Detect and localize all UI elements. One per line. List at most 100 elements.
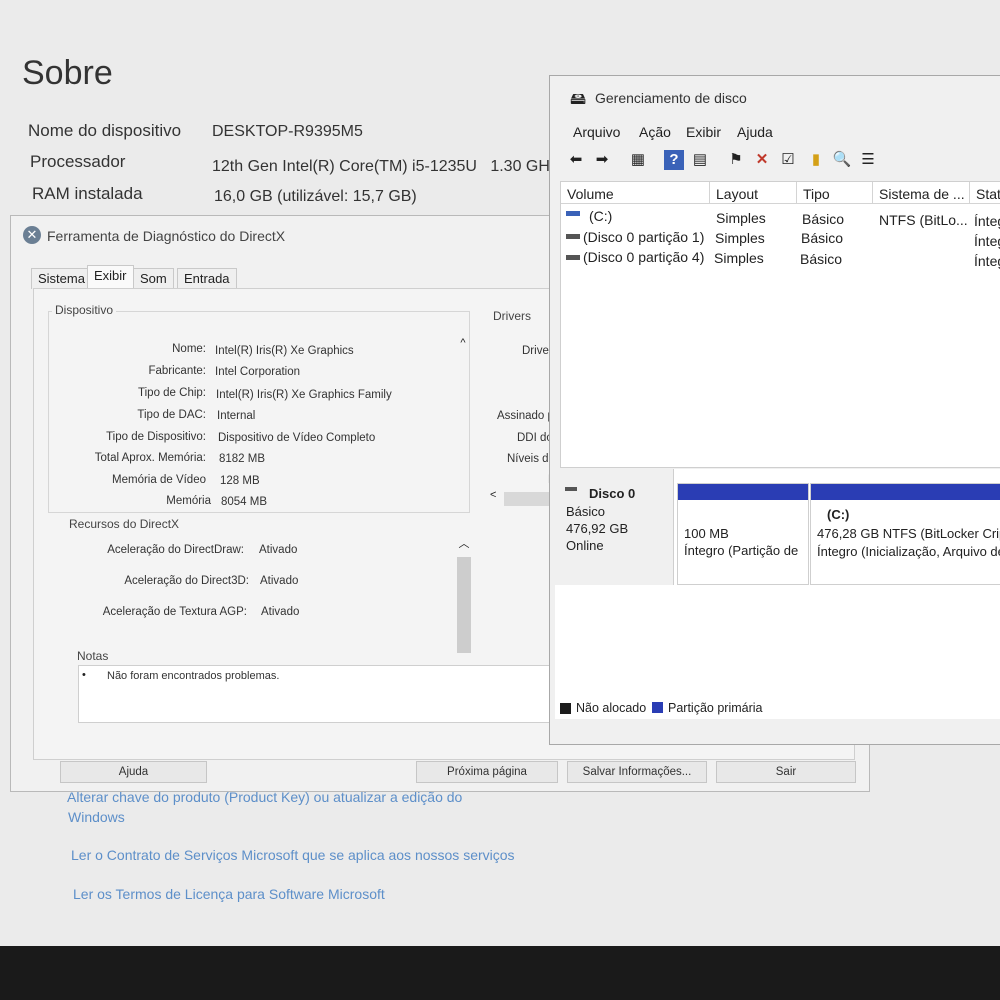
ram-value: 16,0 GB (utilizável: 15,7 GB) bbox=[214, 188, 417, 205]
menu-exibir[interactable]: Exibir bbox=[686, 124, 721, 140]
delete-icon[interactable]: ✕ bbox=[752, 150, 772, 170]
page-title: Sobre bbox=[22, 54, 113, 92]
dac-type-val: Internal bbox=[217, 410, 256, 422]
primary-legend-label: Partição primária bbox=[668, 701, 763, 715]
partition-size: 100 MB bbox=[684, 526, 729, 541]
disk-state: Online bbox=[566, 538, 604, 553]
tab-som[interactable]: Som bbox=[133, 268, 174, 289]
tab-exibir[interactable]: Exibir bbox=[87, 265, 134, 290]
disk-type: Básico bbox=[566, 504, 606, 519]
col-volume[interactable]: Volume bbox=[561, 182, 710, 204]
disk-graphical-view: Disco 0 Básico 476,92 GB Online 100 MB Í… bbox=[555, 469, 1000, 719]
list-view-icon[interactable]: ☰ bbox=[858, 150, 878, 170]
col-tipo[interactable]: Tipo bbox=[797, 182, 873, 204]
disk-management-icon: 🖴 bbox=[570, 91, 587, 108]
direct3d-accel-val: Ativado bbox=[260, 575, 299, 587]
license-terms-link[interactable]: Ler os Termos de Licença para Software M… bbox=[73, 886, 385, 902]
volume-table: Volume Layout Tipo Sistema de ... Stat (… bbox=[560, 181, 1000, 468]
notes-label: Notas bbox=[74, 649, 112, 663]
unallocated-legend-swatch bbox=[560, 703, 571, 714]
table-row[interactable]: (C:) Simples Básico NTFS (BitLo... Ínteg… bbox=[561, 206, 1000, 229]
row-layout: Simples bbox=[714, 250, 764, 266]
directx-app-icon: ✕ bbox=[23, 226, 41, 244]
volume-icon bbox=[566, 211, 580, 216]
device-type-val: Dispositivo de Vídeo Completo bbox=[218, 432, 376, 444]
folder-icon[interactable]: ▮ bbox=[806, 150, 826, 170]
directx-features-label: Recursos do DirectX bbox=[66, 517, 183, 531]
processor-label: Processador bbox=[30, 152, 126, 171]
primary-legend-swatch bbox=[652, 702, 663, 713]
services-agreement-link[interactable]: Ler o Contrato de Serviços Microsoft que… bbox=[71, 847, 515, 863]
back-arrow-icon[interactable]: ⬅ bbox=[566, 150, 586, 170]
monitor-bezel bbox=[0, 946, 1000, 1000]
row-status: Íntegr bbox=[974, 253, 1000, 269]
device-scroll-thumb[interactable] bbox=[457, 557, 471, 653]
exit-button[interactable]: Sair bbox=[716, 761, 856, 783]
device-name-value: DESKTOP-R9395M5 bbox=[212, 123, 363, 140]
partition-size: 476,28 GB NTFS (BitLocker Cripto bbox=[817, 526, 1000, 541]
row-tipo: Básico bbox=[801, 230, 844, 246]
tab-sistema[interactable]: Sistema bbox=[31, 268, 92, 289]
row-layout: Simples bbox=[715, 230, 765, 246]
directdraw-accel-key: Aceleração do DirectDraw: bbox=[107, 544, 244, 556]
tab-entrada[interactable]: Entrada bbox=[177, 268, 237, 289]
direct3d-accel-key: Aceleração do Direct3D: bbox=[124, 575, 249, 587]
table-row[interactable]: (Disco 0 partição 1) Simples Básico Ínte… bbox=[561, 226, 1000, 249]
check-icon[interactable]: ☑ bbox=[778, 150, 798, 170]
row-volume: (C:) bbox=[589, 208, 613, 224]
dac-type-key: Tipo de DAC: bbox=[137, 409, 206, 421]
help-button[interactable]: Ajuda bbox=[60, 761, 207, 783]
unallocated-legend-label: Não alocado bbox=[576, 701, 647, 715]
device-type-key: Tipo de Dispositivo: bbox=[106, 431, 206, 443]
total-memory-key: Total Aprox. Memória: bbox=[94, 452, 206, 464]
memory-key: Memória bbox=[166, 495, 211, 507]
total-memory-val: 8182 MB bbox=[219, 453, 266, 465]
partition-c[interactable]: (C:) 476,28 GB NTFS (BitLocker Cripto Ín… bbox=[810, 483, 1000, 585]
disk-info-box[interactable]: Disco 0 Básico 476,92 GB Online bbox=[555, 469, 674, 585]
ram-label: RAM instalada bbox=[32, 184, 143, 203]
menu-arquivo[interactable]: Arquivo bbox=[573, 124, 620, 140]
video-memory-key: Memória de Vídeo bbox=[112, 474, 206, 486]
manufacturer-val: Intel Corporation bbox=[215, 366, 301, 378]
directx-window-title: Ferramenta de Diagnóstico do DirectX bbox=[47, 228, 286, 244]
drivers-group-label: Drivers bbox=[490, 309, 534, 323]
search-folder-icon[interactable]: 🔍 bbox=[832, 150, 852, 170]
volume-icon bbox=[566, 234, 580, 239]
menu-acao[interactable]: Ação bbox=[639, 124, 671, 140]
partition-primary-bar bbox=[678, 484, 808, 500]
processor-value: 12th Gen Intel(R) Core(TM) i5-1235U 1.30… bbox=[212, 158, 558, 175]
scroll-up-arrow-icon[interactable]: ︿ bbox=[457, 535, 471, 550]
menu-ajuda[interactable]: Ajuda bbox=[737, 124, 773, 140]
memory-val: 8054 MB bbox=[221, 496, 268, 508]
col-layout[interactable]: Layout bbox=[710, 182, 797, 204]
console-tree-icon[interactable]: ▦ bbox=[628, 150, 648, 170]
forward-arrow-icon[interactable]: ➡ bbox=[592, 150, 612, 170]
help-icon[interactable]: ? bbox=[664, 150, 684, 170]
directdraw-accel-val: Ativado bbox=[259, 544, 298, 556]
scroll-up-icon[interactable]: ^ bbox=[455, 337, 471, 353]
manufacturer-key: Fabricante: bbox=[148, 365, 206, 377]
col-status[interactable]: Stat bbox=[970, 182, 1000, 204]
change-product-key-link-cont[interactable]: Windows bbox=[68, 809, 125, 825]
save-info-button[interactable]: Salvar Informações... bbox=[567, 761, 707, 783]
disk-size: 476,92 GB bbox=[566, 521, 629, 536]
device-name-val: Intel(R) Iris(R) Xe Graphics bbox=[215, 345, 354, 357]
notes-box[interactable]: • Não foram encontrados problemas. bbox=[78, 665, 560, 723]
disk-management-window: 🖴 Gerenciamento de disco Arquivo Ação Ex… bbox=[549, 75, 1000, 745]
col-sistema[interactable]: Sistema de ... bbox=[873, 182, 970, 204]
connect-icon[interactable]: ⚑ bbox=[726, 150, 746, 170]
properties-icon[interactable]: ▤ bbox=[690, 150, 710, 170]
next-page-button[interactable]: Próxima página bbox=[416, 761, 558, 783]
partition-system[interactable]: 100 MB Íntegro (Partição de bbox=[677, 483, 809, 585]
table-row[interactable]: (Disco 0 partição 4) Simples Básico Ínte… bbox=[561, 246, 1000, 269]
row-tipo: Básico bbox=[802, 211, 845, 227]
partition-primary-bar bbox=[811, 484, 1000, 500]
drivers-hscroll-thumb[interactable] bbox=[504, 492, 554, 506]
row-layout: Simples bbox=[716, 210, 766, 226]
chip-type-key: Tipo de Chip: bbox=[138, 387, 206, 399]
partition-status: Íntegro (Inicialização, Arquivo de bbox=[817, 544, 1000, 559]
device-group-label: Dispositivo bbox=[52, 303, 117, 317]
disk-name: Disco 0 bbox=[589, 486, 636, 501]
disk-management-title: Gerenciamento de disco bbox=[595, 90, 747, 106]
row-tipo: Básico bbox=[800, 251, 843, 267]
